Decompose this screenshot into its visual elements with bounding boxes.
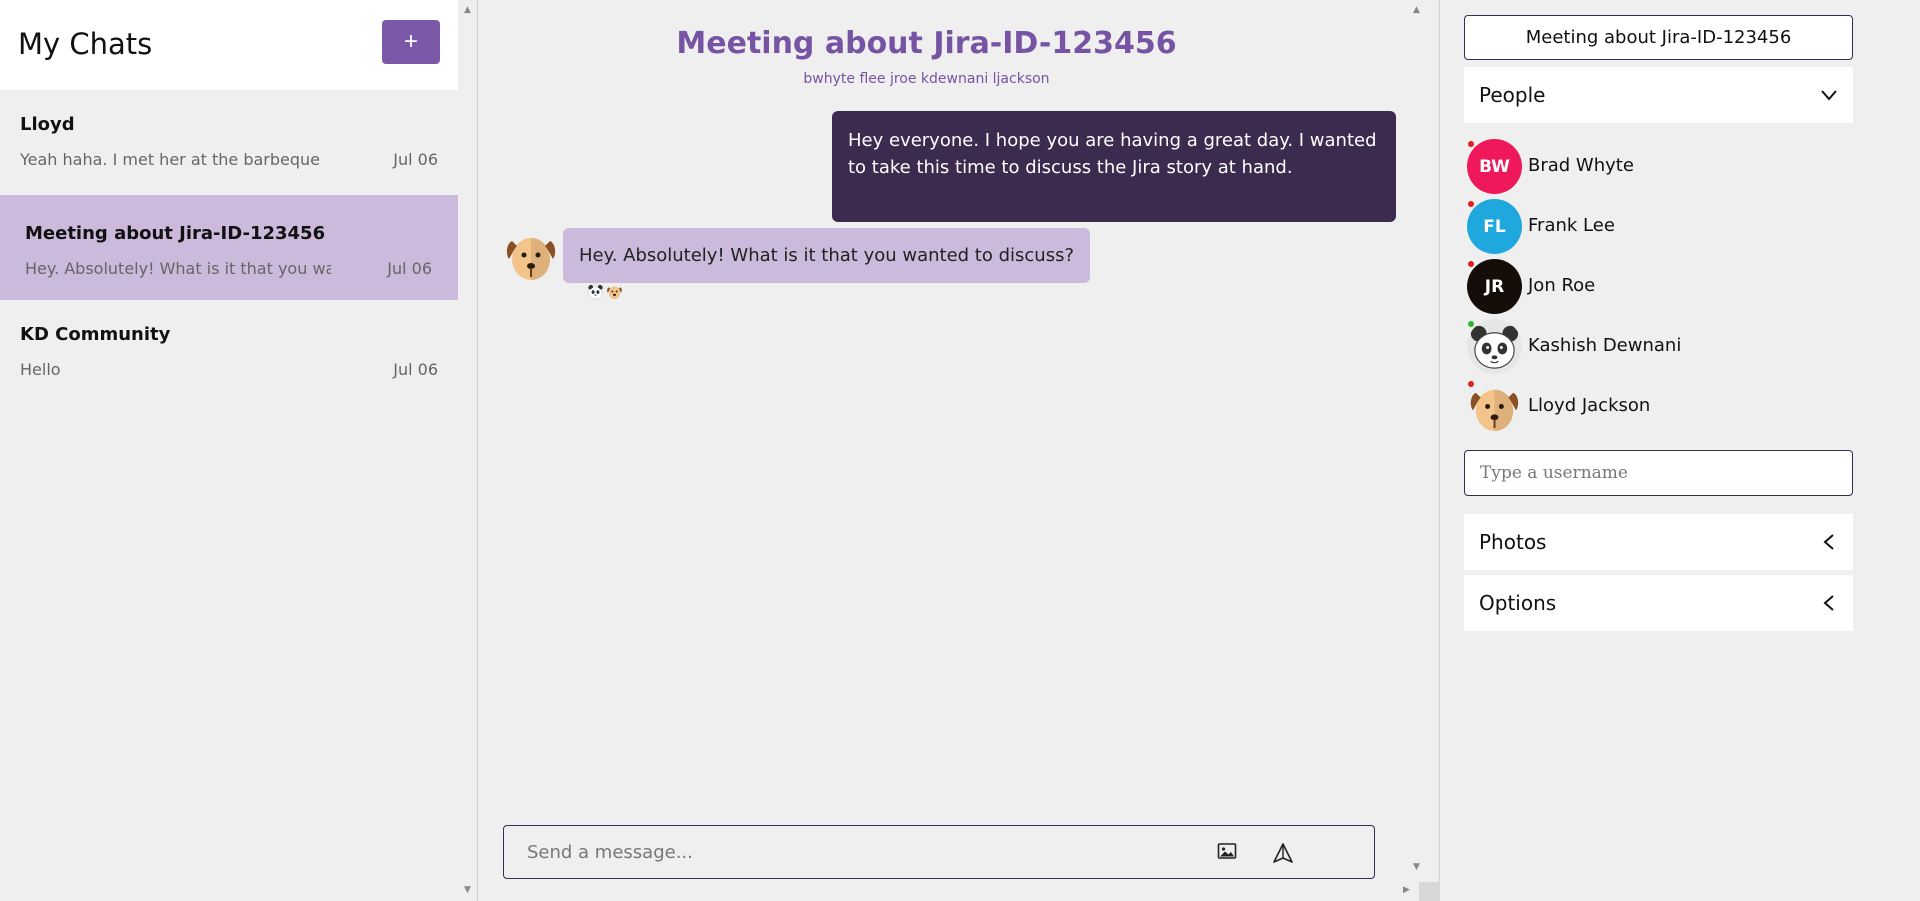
chat-list: Lloyd Yeah haha. I met her at the barbeq… [0,90,458,405]
photos-label: Photos [1479,530,1547,554]
status-dot [1468,261,1474,267]
options-label: Options [1479,591,1557,615]
person-name: Jon Roe [1528,275,1596,296]
chat-list-title: My Chats [18,27,153,61]
conversation-members: bwhyte flee jroe kdewnani ljackson [803,71,1050,87]
send-icon[interactable] [1272,842,1294,864]
chevron-down-icon [1819,85,1839,105]
scroll-up-arrow-icon[interactable]: ▲ [1413,5,1420,15]
chat-list-panel: My Chats + ▲ ▼ Lloyd Yeah haha. I met he… [0,0,478,901]
username-input[interactable] [1464,450,1853,496]
chat-preview: Hello [20,360,61,379]
panda-avatar-icon [587,283,604,300]
person-kashish-dewnani[interactable]: Kashish Dewnani [1467,319,1847,375]
chat-preview: Hey. Absolutely! What is it that you wan… [25,259,331,278]
status-dot [1468,141,1474,147]
chat-date: Jul 06 [387,259,432,278]
scroll-down-arrow-icon[interactable]: ▼ [464,885,471,895]
read-receipts [587,283,623,300]
chat-details-panel: Meeting about Jira-ID-123456 People BW B… [1441,0,1920,901]
avatar: FL [1467,199,1522,254]
image-attach-icon[interactable] [1217,842,1239,862]
message-input[interactable] [527,838,1167,866]
person-name: Kashish Dewnani [1528,335,1682,356]
chat-name: Lloyd [20,114,75,135]
incoming-message: Hey. Absolutely! What is it that you wan… [563,228,1091,283]
person-jon-roe[interactable]: JR Jon Roe [1467,259,1847,315]
chat-list-item-meeting[interactable]: Meeting about Jira-ID-123456 Hey. Absolu… [0,195,458,300]
outgoing-message: Hey everyone. I hope you are having a gr… [832,111,1396,222]
person-name: Lloyd Jackson [1528,395,1651,416]
chevron-left-icon [1819,532,1839,552]
conversation-panel: Meeting about Jira-ID-123456 bwhyte flee… [479,0,1440,901]
chevron-left-icon [1819,593,1839,613]
person-frank-lee[interactable]: FL Frank Lee [1467,199,1847,255]
status-dot [1468,321,1474,327]
scrollbar-corner [1419,882,1440,901]
photos-section-toggle[interactable]: Photos [1464,514,1853,570]
chat-name: Meeting about Jira-ID-123456 [25,223,326,244]
person-brad-whyte[interactable]: BW Brad Whyte [1467,139,1847,195]
dog-avatar-icon [503,227,559,283]
people-section-toggle[interactable]: People [1464,67,1853,123]
dog-avatar-icon [1467,379,1522,434]
new-chat-button[interactable]: + [382,20,440,64]
chat-list-item-lloyd[interactable]: Lloyd Yeah haha. I met her at the barbeq… [0,90,458,195]
status-dot [1468,201,1474,207]
chat-list-item-kd-community[interactable]: KD Community Hello Jul 06 [0,300,458,405]
chat-list-header: My Chats + [0,0,458,90]
options-section-toggle[interactable]: Options [1464,575,1853,631]
chat-date: Jul 06 [393,150,438,169]
avatar: JR [1467,259,1522,314]
conversation-title: Meeting about Jira-ID-123456 [676,26,1177,61]
scroll-down-arrow-icon[interactable]: ▼ [1413,862,1420,872]
chat-preview: Yeah haha. I met her at the barbeque [20,150,321,169]
status-dot [1468,381,1474,387]
scroll-right-arrow-icon[interactable]: ▶ [1403,885,1410,895]
person-lloyd-jackson[interactable]: Lloyd Jackson [1467,379,1847,435]
person-name: Brad Whyte [1528,155,1634,176]
chat-details-title: Meeting about Jira-ID-123456 [1464,15,1853,60]
message-composer [503,825,1375,879]
scroll-up-arrow-icon[interactable]: ▲ [464,5,471,15]
avatar: BW [1467,139,1522,194]
person-name: Frank Lee [1528,215,1615,236]
people-label: People [1479,83,1546,107]
dog-avatar-icon [606,283,623,300]
chat-name: KD Community [20,324,171,345]
chat-date: Jul 06 [393,360,438,379]
panda-avatar-icon [1467,319,1522,374]
